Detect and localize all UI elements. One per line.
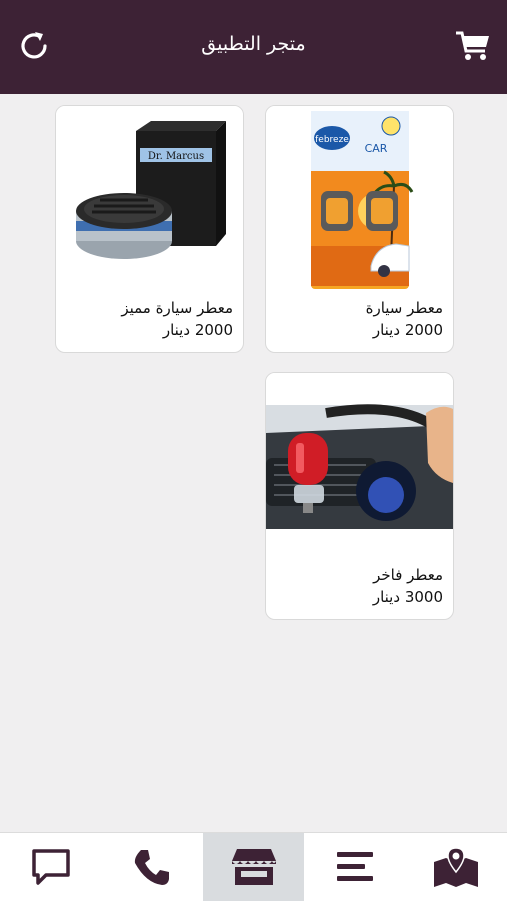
product-image-car-freshener-dr-marcus: Dr. Marcus xyxy=(56,106,243,291)
product-price: 2000 دينار xyxy=(372,321,443,339)
product-card[interactable]: معطر فاخر 3000 دينار xyxy=(265,372,454,620)
product-name: معطر سيارة مميز xyxy=(121,299,233,317)
product-card[interactable]: Dr. Marcus معطر سيارة مميز 2000 دينار xyxy=(55,105,244,353)
cart-icon xyxy=(456,31,489,60)
tab-menu[interactable] xyxy=(304,833,405,901)
febreze-logo-text: febreze xyxy=(315,135,349,145)
product-image-vent-freshener xyxy=(266,373,453,558)
chat-icon xyxy=(31,849,70,885)
tab-chat[interactable] xyxy=(0,833,101,901)
phone-icon xyxy=(134,850,170,885)
tab-map[interactable] xyxy=(406,833,507,901)
app-header: متجر التطبيق xyxy=(0,0,507,94)
tab-phone[interactable] xyxy=(101,833,202,901)
cart-button[interactable] xyxy=(453,26,493,66)
product-image-car-freshener-febreze: febreze CAR xyxy=(266,106,453,291)
product-name: معطر سيارة xyxy=(365,299,443,317)
bottom-navigation xyxy=(0,832,507,901)
tab-store[interactable] xyxy=(202,833,305,901)
menu-icon xyxy=(336,852,373,881)
page-title: متجر التطبيق xyxy=(201,33,306,55)
svg-text:CAR: CAR xyxy=(365,142,388,155)
product-name: معطر فاخر xyxy=(373,566,443,584)
product-card[interactable]: febreze CAR معطر سيارة 2000 دينار xyxy=(265,105,454,353)
product-price: 3000 دينار xyxy=(372,588,443,606)
dr-marcus-logo-text: Dr. Marcus xyxy=(148,151,204,162)
product-price: 2000 دينار xyxy=(162,321,233,339)
store-icon xyxy=(231,849,276,885)
map-icon xyxy=(434,847,479,887)
